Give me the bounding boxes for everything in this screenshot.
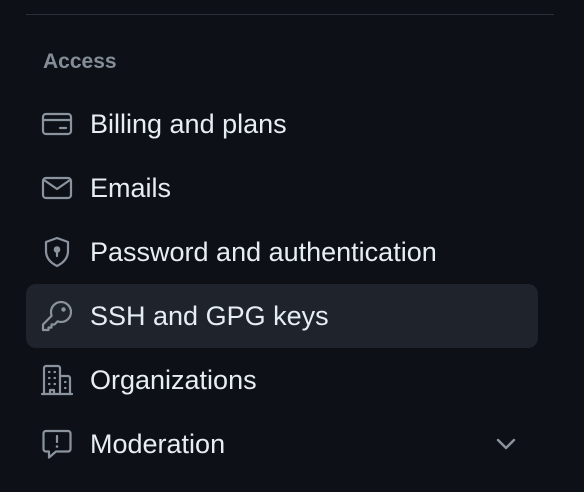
sidebar-item-organizations[interactable]: Organizations [26, 348, 538, 412]
sidebar-item-ssh-gpg-keys[interactable]: SSH and GPG keys [26, 284, 538, 348]
sidebar-item-billing[interactable]: Billing and plans [26, 92, 538, 156]
sidebar-item-label: Emails [90, 173, 172, 203]
chevron-down-icon[interactable] [492, 430, 520, 458]
sidebar-item-label: Moderation [90, 429, 226, 459]
top-divider [26, 14, 554, 15]
organization-icon [40, 363, 74, 397]
sidebar-item-emails[interactable]: Emails [26, 156, 538, 220]
sidebar-item-moderation[interactable]: Moderation [26, 412, 538, 476]
shield-lock-icon [40, 235, 74, 269]
access-settings-nav: Billing and plans Emails Password and au… [26, 92, 538, 476]
credit-card-icon [40, 107, 74, 141]
sidebar-item-label: Billing and plans [90, 109, 287, 139]
mail-icon [40, 171, 74, 205]
report-icon [40, 427, 74, 461]
sidebar-item-password-authentication[interactable]: Password and authentication [26, 220, 538, 284]
sidebar-item-label: SSH and GPG keys [90, 301, 329, 331]
sidebar-item-label: Password and authentication [90, 237, 437, 267]
sidebar-item-label: Organizations [90, 365, 257, 395]
section-title-access: Access [43, 50, 117, 73]
key-icon [40, 299, 74, 333]
